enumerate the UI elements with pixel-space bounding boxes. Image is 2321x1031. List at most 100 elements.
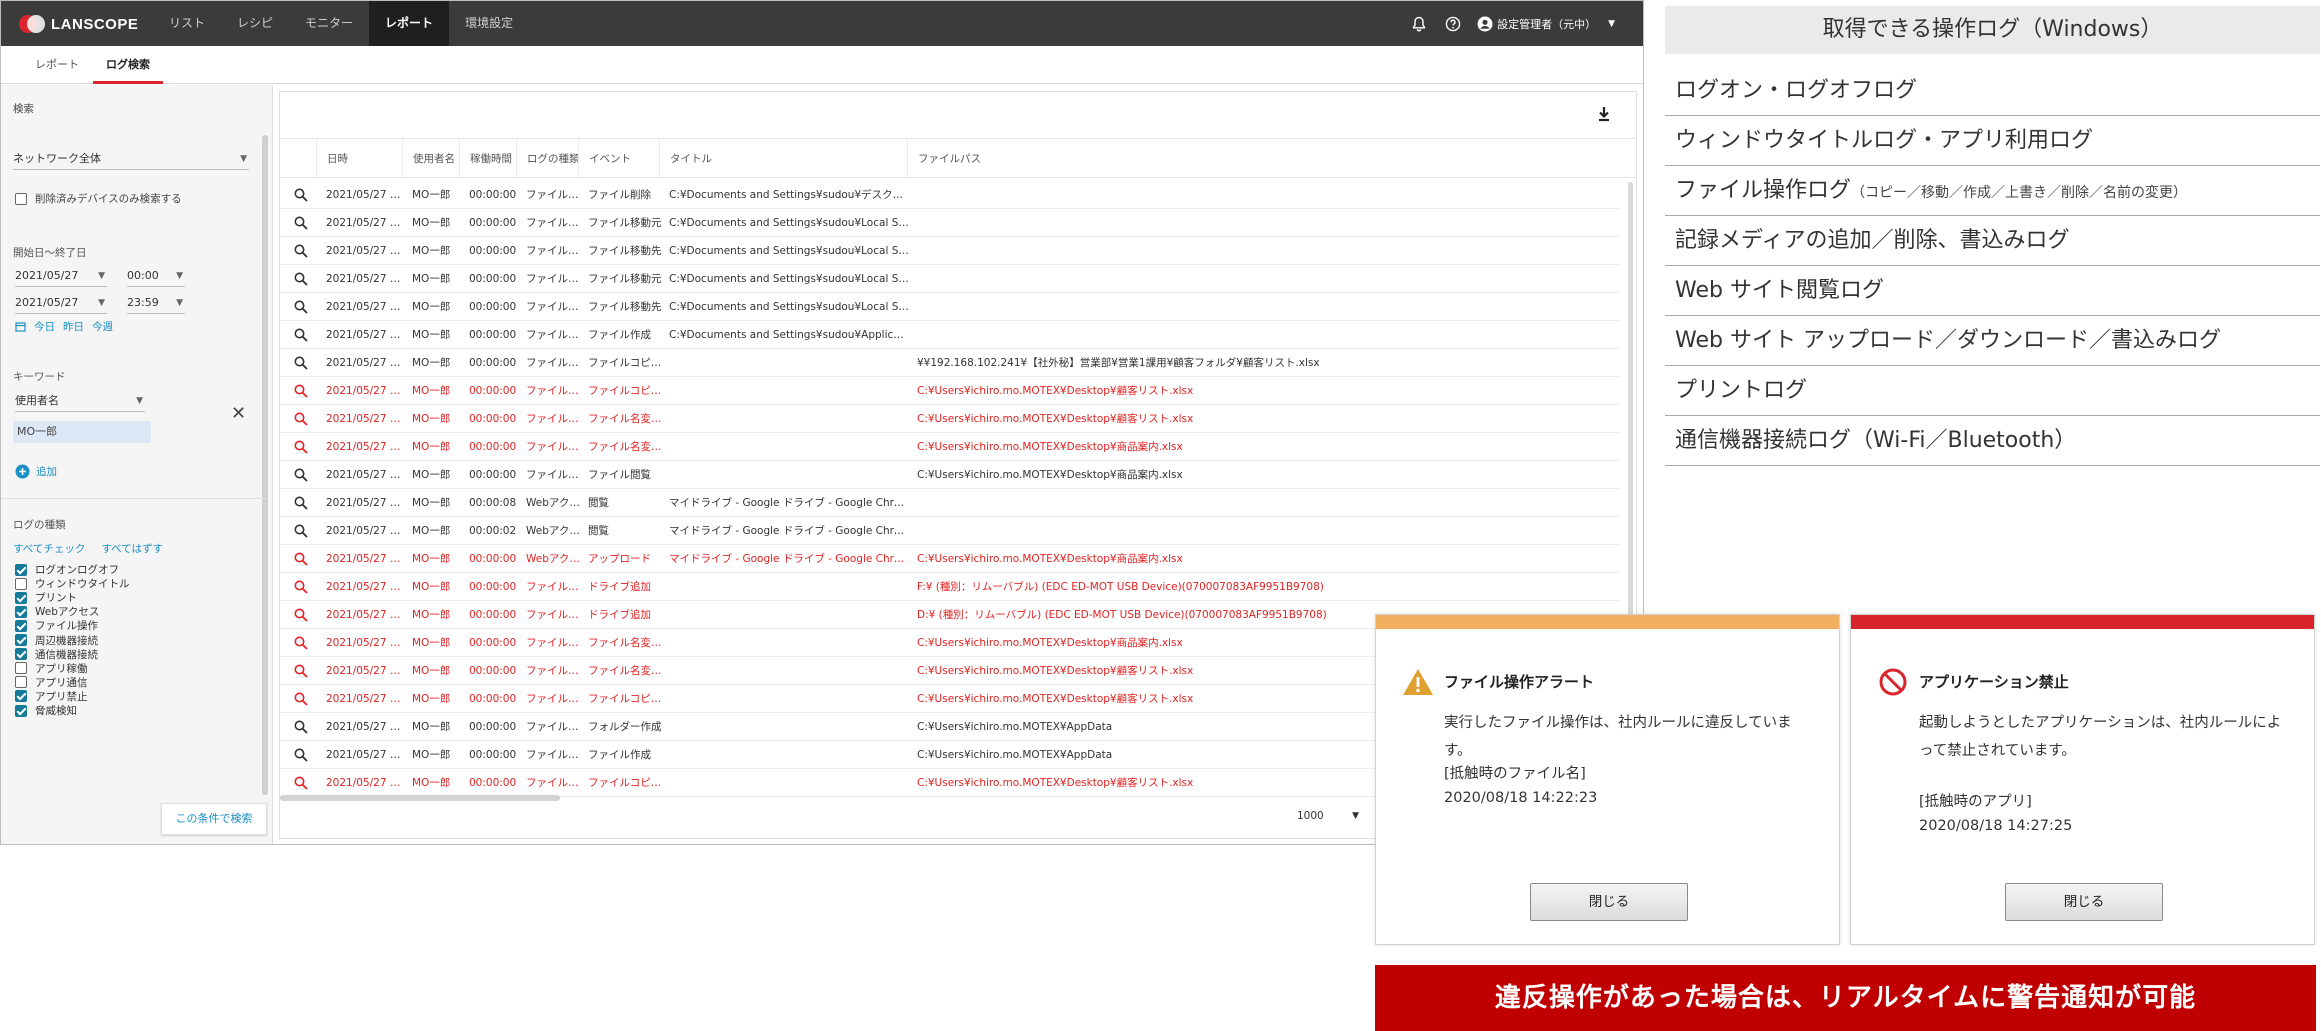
magnifier-icon[interactable]	[294, 636, 308, 650]
log-type-option[interactable]: 周辺機器接続	[15, 633, 98, 648]
magnifier-icon[interactable]	[294, 608, 308, 622]
magnifier-icon[interactable]	[294, 188, 308, 202]
magnifier-icon[interactable]	[294, 216, 308, 230]
column-header-uptime[interactable]: 稼働時間	[459, 139, 516, 179]
table-row[interactable]: 2021/05/27 23:37:00 MO一郎 00:00:00 ファイル操作ファイ…	[280, 461, 1620, 489]
filter-scrollbar[interactable]	[262, 135, 268, 795]
log-type-checkbox[interactable]	[15, 704, 27, 717]
magnifier-icon[interactable]	[294, 300, 308, 314]
log-type-checkbox[interactable]	[15, 676, 27, 689]
close-button[interactable]: 閉じる	[2005, 883, 2163, 921]
keyword-remove-icon[interactable]: ✕	[231, 403, 246, 424]
lanscope-logo[interactable]: LANSCOPE	[19, 13, 138, 35]
log-type-checkbox[interactable]	[15, 563, 27, 576]
deleted-only-option[interactable]: 削除済みデバイスのみ検索する	[15, 191, 182, 206]
log-type-option[interactable]: アプリ禁止	[15, 689, 88, 704]
magnifier-icon[interactable]	[294, 384, 308, 398]
deleted-only-checkbox[interactable]	[15, 192, 27, 205]
log-type-option[interactable]: 通信機器接続	[15, 647, 98, 662]
start-time-select[interactable]: 00:00 ▼	[127, 265, 185, 287]
magnifier-icon[interactable]	[294, 356, 308, 370]
table-row[interactable]: 2021/05/27 17:36:00 MO一郎 00:00:00 ファイル操作ファイ…	[280, 181, 1620, 209]
log-type-option[interactable]: アプリ稼働	[15, 661, 88, 676]
nav-item-list[interactable]: リスト	[153, 1, 221, 46]
tab-report[interactable]: レポート	[21, 46, 93, 84]
magnifier-icon[interactable]	[294, 440, 308, 454]
table-row[interactable]: 2021/05/27 23:36:00 MO一郎 00:00:00 ファイル操作ファイ…	[280, 433, 1620, 461]
magnifier-icon[interactable]	[294, 496, 308, 510]
quick-week-link[interactable]: 今週	[92, 319, 113, 334]
page-size-select[interactable]: 1000 ▼	[1293, 805, 1363, 827]
add-keyword-button[interactable]: 追加	[15, 464, 57, 479]
table-row[interactable]: 2021/05/27 23:32:00 MO一郎 00:00:00 ファイル操作ファイ…	[280, 349, 1620, 377]
magnifier-icon[interactable]	[294, 328, 308, 342]
table-row[interactable]: 2021/05/27 19:44:00 MO一郎 00:00:00 ファイル操作ファイ…	[280, 321, 1620, 349]
table-row[interactable]: 2021/05/27 23:37:00 MO一郎 00:00:08 Webアクセス閲覧…	[280, 489, 1620, 517]
table-row[interactable]: 2021/05/27 23:43:00 MO一郎 00:00:00 ファイル操作ドライ…	[280, 573, 1620, 601]
check-all-link[interactable]: すべてチェック	[13, 541, 85, 556]
log-type-checkbox[interactable]	[15, 648, 27, 661]
keyword-field-select[interactable]: 使用者名 ▼	[15, 390, 145, 412]
column-header-filepath[interactable]: ファイルパス	[907, 139, 1417, 179]
keyword-value-input[interactable]: MO一郎	[13, 421, 151, 443]
results-horizontal-scrollbar[interactable]	[280, 795, 560, 801]
user-menu[interactable]: 設定管理者（元中） ▼	[1477, 16, 1615, 32]
log-type-checkbox[interactable]	[15, 591, 27, 604]
start-date-select[interactable]: 2021/05/27 ▼	[15, 265, 107, 287]
table-row[interactable]: 2021/05/27 18:16:00 MO一郎 00:00:00 ファイル操作ファイ…	[280, 237, 1620, 265]
search-with-conditions-button[interactable]: この条件で検索	[161, 803, 267, 835]
magnifier-icon[interactable]	[294, 272, 308, 286]
log-type-checkbox[interactable]	[15, 577, 27, 590]
table-row[interactable]: 2021/05/27 23:37:00 MO一郎 00:00:02 Webアクセス閲覧…	[280, 517, 1620, 545]
table-row[interactable]: 2021/05/27 23:40:00 MO一郎 00:00:00 Webアクセスアッ…	[280, 545, 1620, 573]
log-type-checkbox[interactable]	[15, 690, 27, 703]
log-type-option[interactable]: ログオンログオフ	[15, 562, 119, 577]
column-header-datetime[interactable]: 日時	[316, 139, 402, 179]
bell-icon[interactable]	[1409, 14, 1429, 34]
magnifier-icon[interactable]	[294, 664, 308, 678]
nav-item-report[interactable]: レポート	[369, 1, 450, 46]
column-header-event[interactable]: イベント	[578, 139, 659, 179]
table-row[interactable]: 2021/05/27 23:36:00 MO一郎 00:00:00 ファイル操作ファイ…	[280, 405, 1620, 433]
magnifier-icon[interactable]	[294, 524, 308, 538]
nav-item-settings[interactable]: 環境設定	[449, 1, 529, 46]
log-type-option[interactable]: 脅威検知	[15, 703, 77, 718]
end-time-select[interactable]: 23:59 ▼	[127, 292, 185, 314]
log-type-option[interactable]: Webアクセス	[15, 604, 99, 619]
magnifier-icon[interactable]	[294, 580, 308, 594]
log-type-option[interactable]: アプリ通信	[15, 675, 88, 690]
log-type-checkbox[interactable]	[15, 634, 27, 646]
download-icon[interactable]	[1594, 104, 1614, 124]
quick-today-link[interactable]: 今日	[34, 319, 55, 334]
magnifier-icon[interactable]	[294, 692, 308, 706]
log-type-option[interactable]: ウィンドウタイトル	[15, 576, 130, 591]
log-type-option[interactable]: プリント	[15, 590, 77, 605]
help-icon[interactable]	[1443, 14, 1463, 34]
magnifier-icon[interactable]	[294, 748, 308, 762]
tab-log-search[interactable]: ログ検索	[93, 46, 163, 84]
magnifier-icon[interactable]	[294, 720, 308, 734]
magnifier-icon[interactable]	[294, 468, 308, 482]
magnifier-icon[interactable]	[294, 552, 308, 566]
uncheck-all-link[interactable]: すべてはずす	[101, 541, 163, 556]
log-type-option[interactable]: ファイル操作	[15, 618, 98, 633]
column-header-title[interactable]: タイトル	[659, 139, 907, 179]
column-header-log-type[interactable]: ログの種類	[516, 139, 580, 179]
nav-item-monitor[interactable]: モニター	[289, 1, 369, 46]
log-type-checkbox[interactable]	[15, 619, 27, 632]
quick-yesterday-link[interactable]: 昨日	[63, 319, 84, 334]
column-header-user[interactable]: 使用者名	[402, 139, 459, 179]
table-row[interactable]: 2021/05/27 18:18:00 MO一郎 00:00:00 ファイル操作ファイ…	[280, 293, 1620, 321]
close-button[interactable]: 閉じる	[1530, 883, 1688, 921]
magnifier-icon[interactable]	[294, 412, 308, 426]
table-row[interactable]: 2021/05/27 18:17:00 MO一郎 00:00:00 ファイル操作ファイ…	[280, 265, 1620, 293]
magnifier-icon[interactable]	[294, 244, 308, 258]
log-type-checkbox[interactable]	[15, 662, 27, 675]
nav-item-recipe[interactable]: レシピ	[221, 1, 289, 46]
end-date-select[interactable]: 2021/05/27 ▼	[15, 292, 107, 314]
table-row[interactable]: 2021/05/27 23:32:00 MO一郎 00:00:00 ファイル操作ファイ…	[280, 377, 1620, 405]
table-row[interactable]: 2021/05/27 18:15:00 MO一郎 00:00:00 ファイル操作ファイ…	[280, 209, 1620, 237]
log-type-checkbox[interactable]	[15, 605, 27, 618]
magnifier-icon[interactable]	[294, 776, 308, 790]
scope-select[interactable]: ネットワーク全体 ▼	[13, 148, 249, 170]
